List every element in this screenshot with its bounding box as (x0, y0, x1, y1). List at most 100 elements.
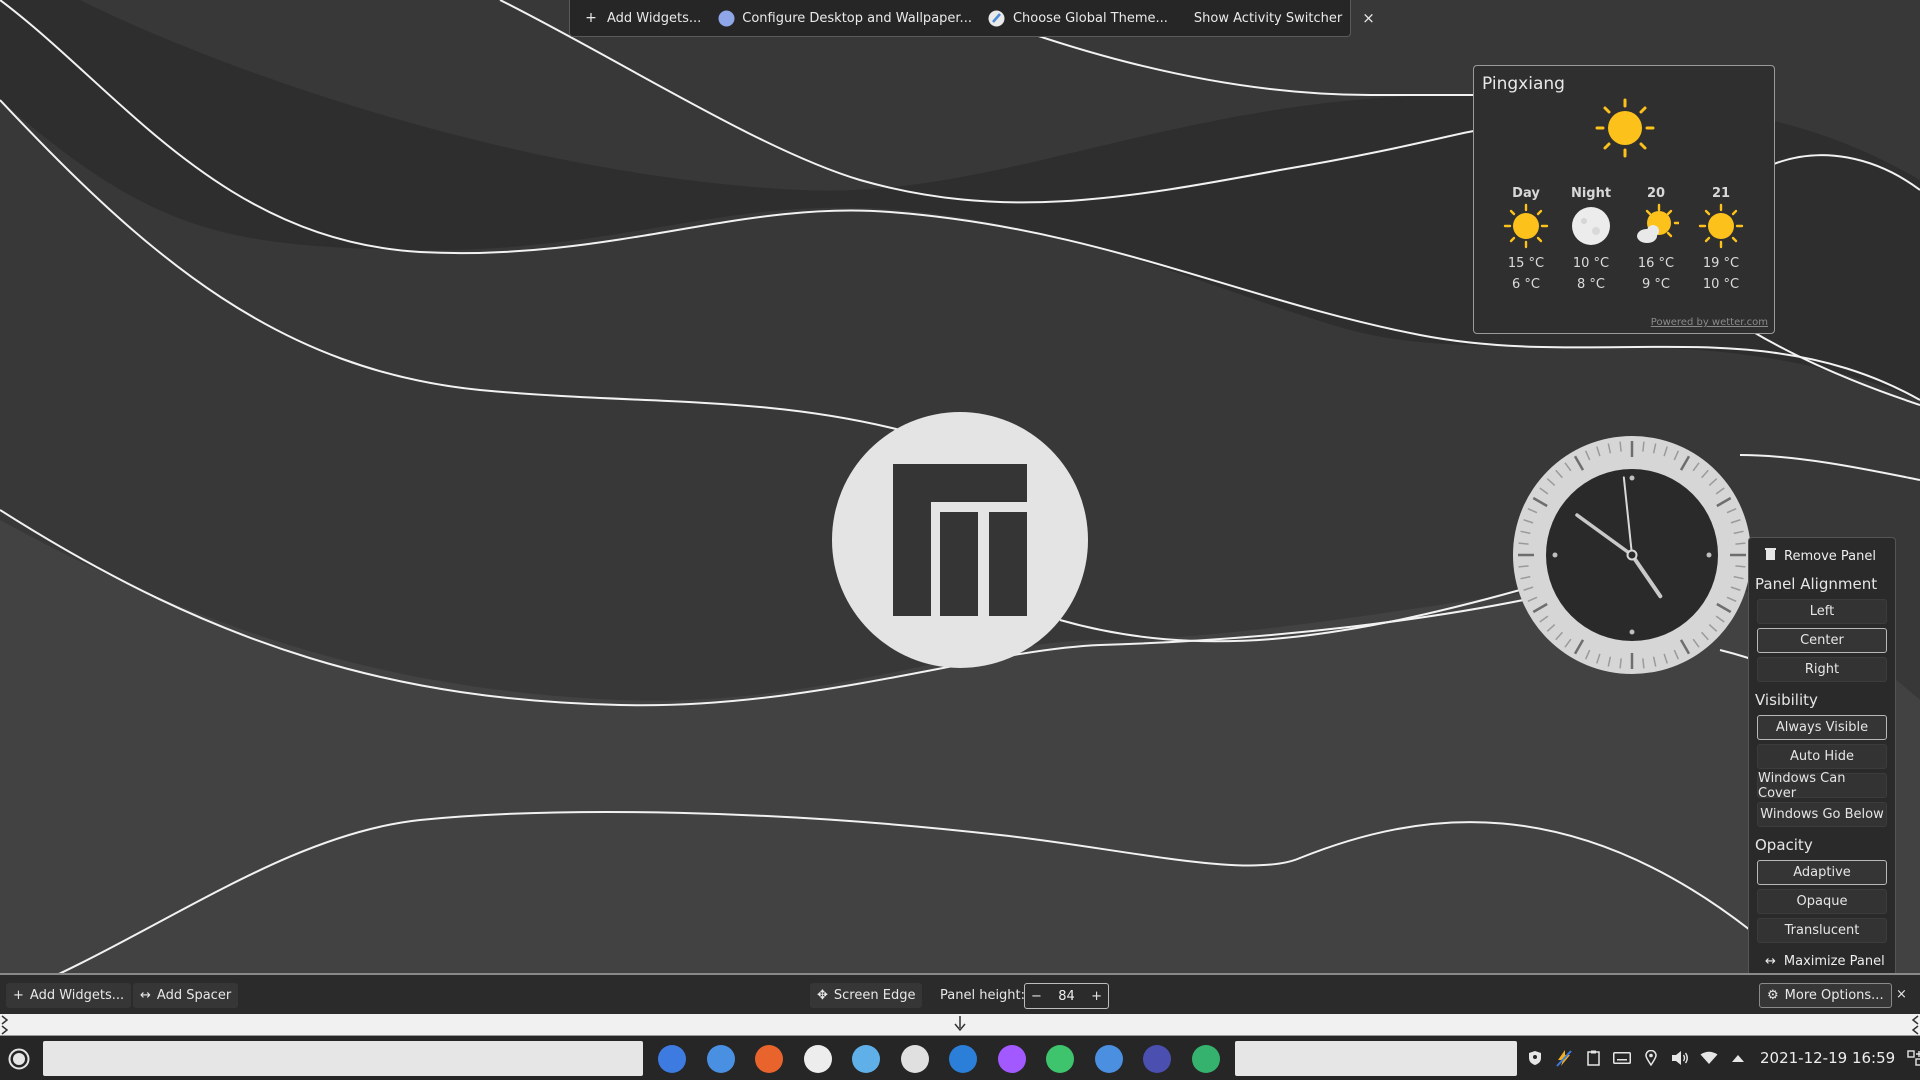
always-visible-option[interactable]: Always Visible (1757, 715, 1887, 740)
add-widgets-label: Add Widgets... (607, 10, 702, 26)
system-tray: 2021-12-19 16:59 (1526, 1036, 1920, 1080)
left-offset-handle[interactable] (1, 1015, 9, 1035)
taskbar: 2021-12-19 16:59 (0, 1036, 1920, 1080)
configure-desktop-label: Configure Desktop and Wallpaper... (742, 10, 972, 26)
chevron-up-icon[interactable] (1729, 1049, 1747, 1067)
add-spacer-label: Add Spacer (156, 988, 232, 1003)
activity-switcher-label: Show Activity Switcher (1193, 10, 1343, 26)
sun-icon (1698, 203, 1744, 249)
maximize-panel-button[interactable]: ↔ Maximize Panel (1755, 947, 1889, 975)
forecast-high: 19 °C (1702, 256, 1740, 271)
close-toolbar-button[interactable]: × (1362, 9, 1375, 27)
add-widgets-button[interactable]: + Add Widgets... (582, 9, 701, 27)
align-center-option[interactable]: Center (1757, 628, 1887, 653)
center-handle[interactable] (954, 1016, 966, 1032)
forecast-low: 8 °C (1577, 277, 1605, 292)
add-spacer-button[interactable]: ↔ Add Spacer (133, 983, 239, 1008)
close-edit-mode-button[interactable]: × (1896, 987, 1907, 1002)
right-offset-handle[interactable] (1911, 1015, 1919, 1035)
keyboard-icon[interactable] (1613, 1049, 1631, 1067)
forecast-label: 20 (1646, 186, 1666, 201)
manjaro-logo (832, 412, 1088, 668)
forecast-high: 10 °C (1572, 256, 1610, 271)
folder-icon[interactable] (1094, 1045, 1123, 1073)
windows-go-below-option[interactable]: Windows Go Below (1757, 802, 1887, 827)
clock-tick (1619, 441, 1622, 452)
clock-tick (1518, 542, 1529, 545)
mail-icon[interactable] (852, 1045, 880, 1073)
plus-icon[interactable]: + (1091, 989, 1102, 1004)
plus-icon: + (13, 988, 24, 1003)
panel-add-widgets-label: Add Widgets... (29, 988, 125, 1003)
taskbar-clock[interactable]: 2021-12-19 16:59 (1760, 1049, 1895, 1067)
music-icon[interactable] (1046, 1045, 1074, 1073)
panel-add-widgets-button[interactable]: + Add Widgets... (6, 983, 132, 1008)
more-options-label: More Options... (1784, 988, 1884, 1003)
forecast-label: Night (1570, 186, 1612, 201)
moon-icon (1572, 207, 1610, 245)
forecast-label: Day (1512, 186, 1540, 201)
browser-icon[interactable] (949, 1045, 977, 1073)
translucent-option[interactable]: Translucent (1757, 918, 1887, 943)
visibility-title: Visibility (1755, 690, 1818, 709)
trash-icon (1765, 548, 1776, 564)
opaque-option[interactable]: Opaque (1757, 889, 1887, 914)
windows-can-cover-option[interactable]: Windows Can Cover (1757, 771, 1887, 801)
ruler-handles (1, 1015, 1919, 1035)
shield-icon[interactable] (1526, 1049, 1544, 1067)
forecast-label: 21 (1711, 186, 1731, 201)
file-manager-icon[interactable] (706, 1045, 735, 1073)
remove-panel-label: Remove Panel (1784, 548, 1876, 564)
screen-edge-label: Screen Edge (833, 988, 916, 1003)
figma-icon[interactable] (997, 1045, 1026, 1073)
location-icon[interactable] (1642, 1049, 1660, 1067)
sun-cloud-icon (1637, 203, 1681, 243)
openai-icon[interactable] (1191, 1045, 1220, 1073)
weather-widget[interactable]: Pingxiang Day 15 °C 6 °C Night 10 °C 8 °… (1473, 65, 1775, 334)
auto-hide-option[interactable]: Auto Hide (1757, 744, 1887, 769)
sun-icon (1595, 98, 1655, 158)
choose-theme-button[interactable]: Choose Global Theme... (988, 9, 1168, 27)
opacity-title: Opacity (1755, 835, 1813, 854)
forecast-low: 6 °C (1512, 277, 1540, 292)
more-options-button[interactable]: ⚙ More Options... (1759, 983, 1892, 1008)
adaptive-option[interactable]: Adaptive (1757, 860, 1887, 885)
clock-tick (1735, 565, 1746, 568)
align-left-option[interactable]: Left (1757, 599, 1887, 624)
wifi-icon[interactable] (1700, 1049, 1718, 1067)
taskbar-spacer-left (43, 1041, 643, 1076)
monitor-icon[interactable] (1143, 1045, 1171, 1073)
clock-tick (1735, 542, 1746, 545)
minus-icon[interactable]: − (1031, 989, 1042, 1004)
panel-options-popup: Remove Panel Panel Alignment Left Center… (1748, 537, 1896, 975)
panel-alignment-title: Panel Alignment (1755, 574, 1878, 593)
volume-icon[interactable] (1671, 1049, 1689, 1067)
inkscape-icon[interactable] (900, 1045, 929, 1073)
github-icon[interactable] (803, 1045, 832, 1073)
firefox-icon[interactable] (755, 1045, 783, 1073)
align-right-option[interactable]: Right (1757, 657, 1887, 682)
clipboard-icon[interactable] (1584, 1049, 1602, 1067)
configure-desktop-button[interactable]: Configure Desktop and Wallpaper... (717, 9, 972, 27)
clock-tick (1619, 658, 1622, 669)
screen-edge-button[interactable]: ✥ Screen Edge (810, 983, 923, 1008)
forecast-high: 15 °C (1507, 256, 1545, 271)
launcher-icon[interactable] (8, 1048, 30, 1070)
app-toggle-icon[interactable] (658, 1045, 686, 1073)
desktop-toolbar: + Add Widgets... Configure Desktop and W… (569, 0, 1375, 37)
forecast-21: 21 19 °C 10 °C (1691, 186, 1751, 295)
panel-height-spinbox: − + (1024, 983, 1109, 1009)
clock-tick (1518, 565, 1529, 568)
powered-by-link[interactable]: Powered by wetter.com (1651, 317, 1768, 328)
forecast-low: 10 °C (1702, 277, 1740, 292)
forecast-20: 20 16 °C 9 °C (1626, 186, 1686, 295)
notifications-icon[interactable] (1906, 1049, 1920, 1067)
remove-panel-button[interactable]: Remove Panel (1755, 542, 1889, 570)
panel-height-label: Panel height: (940, 988, 1026, 1003)
analog-clock[interactable] (1512, 435, 1752, 675)
taskbar-spacer-right (1235, 1041, 1517, 1076)
panel-height-input[interactable] (1051, 988, 1082, 1004)
desktop-settings-icon (717, 9, 735, 27)
lightning-icon[interactable] (1555, 1049, 1573, 1067)
activity-switcher-button[interactable]: Show Activity Switcher (1194, 11, 1342, 26)
